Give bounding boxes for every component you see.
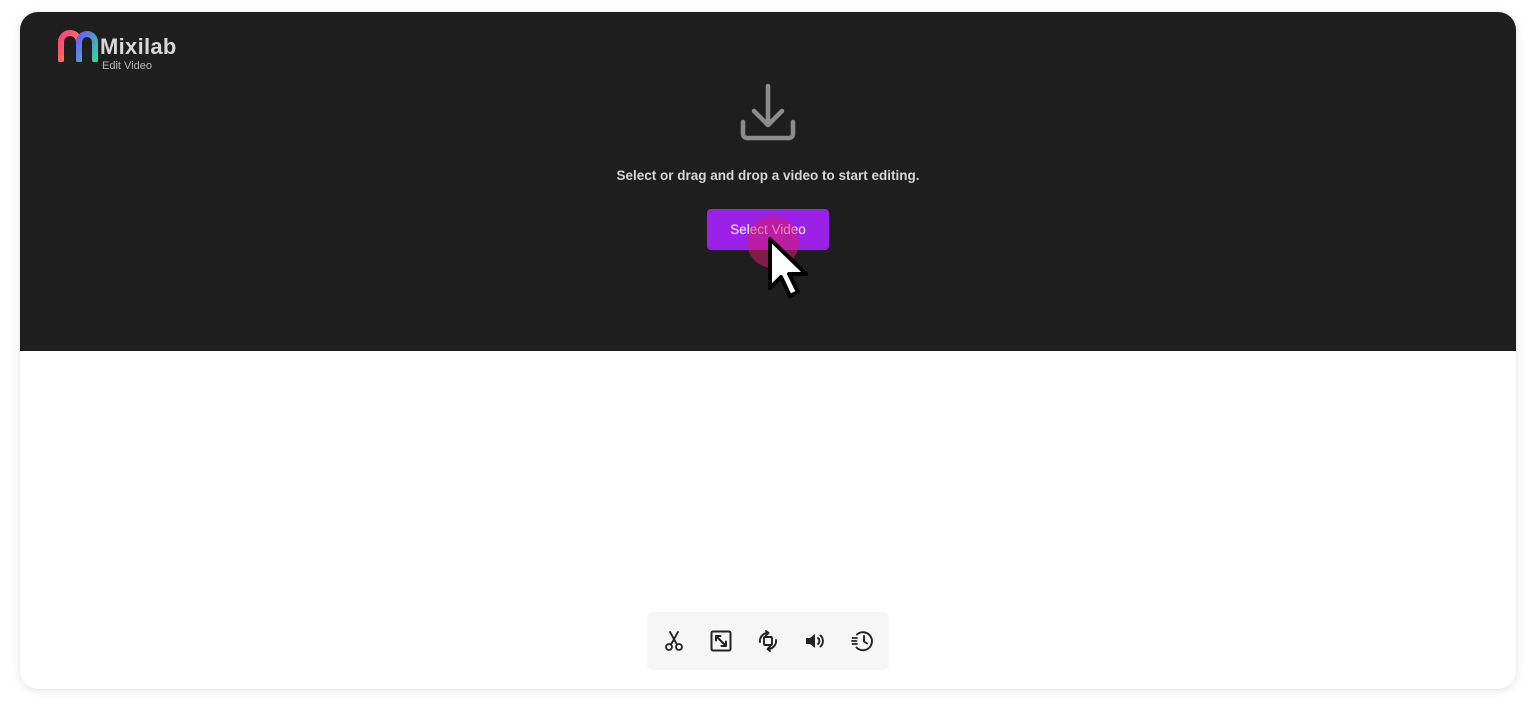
- app-name: Mixilab: [100, 34, 177, 59]
- history-button[interactable]: [842, 621, 882, 661]
- resize-icon: [710, 630, 732, 652]
- app-subtitle: Edit Video: [102, 60, 152, 72]
- resize-button[interactable]: [701, 621, 741, 661]
- select-video-button[interactable]: Select Video: [707, 209, 829, 250]
- video-drop-zone[interactable]: Mixilab Edit Video Select or drag and dr…: [20, 12, 1516, 351]
- volume-icon: [805, 634, 824, 648]
- rotate-icon: [759, 630, 777, 652]
- editing-toolbar: [647, 612, 889, 670]
- app-card: Mixilab Edit Video Select or drag and dr…: [20, 12, 1516, 689]
- drop-hint-text: Select or drag and drop a video to start…: [616, 168, 920, 183]
- rotate-button[interactable]: [748, 621, 788, 661]
- mixilab-logo-icon: [58, 30, 98, 62]
- app-logo: Mixilab Edit Video: [58, 30, 177, 73]
- cut-button[interactable]: [654, 621, 694, 661]
- volume-button[interactable]: [795, 621, 835, 661]
- scissors-icon: [665, 631, 684, 651]
- history-icon: [850, 631, 873, 652]
- download-tray-icon: [740, 83, 796, 141]
